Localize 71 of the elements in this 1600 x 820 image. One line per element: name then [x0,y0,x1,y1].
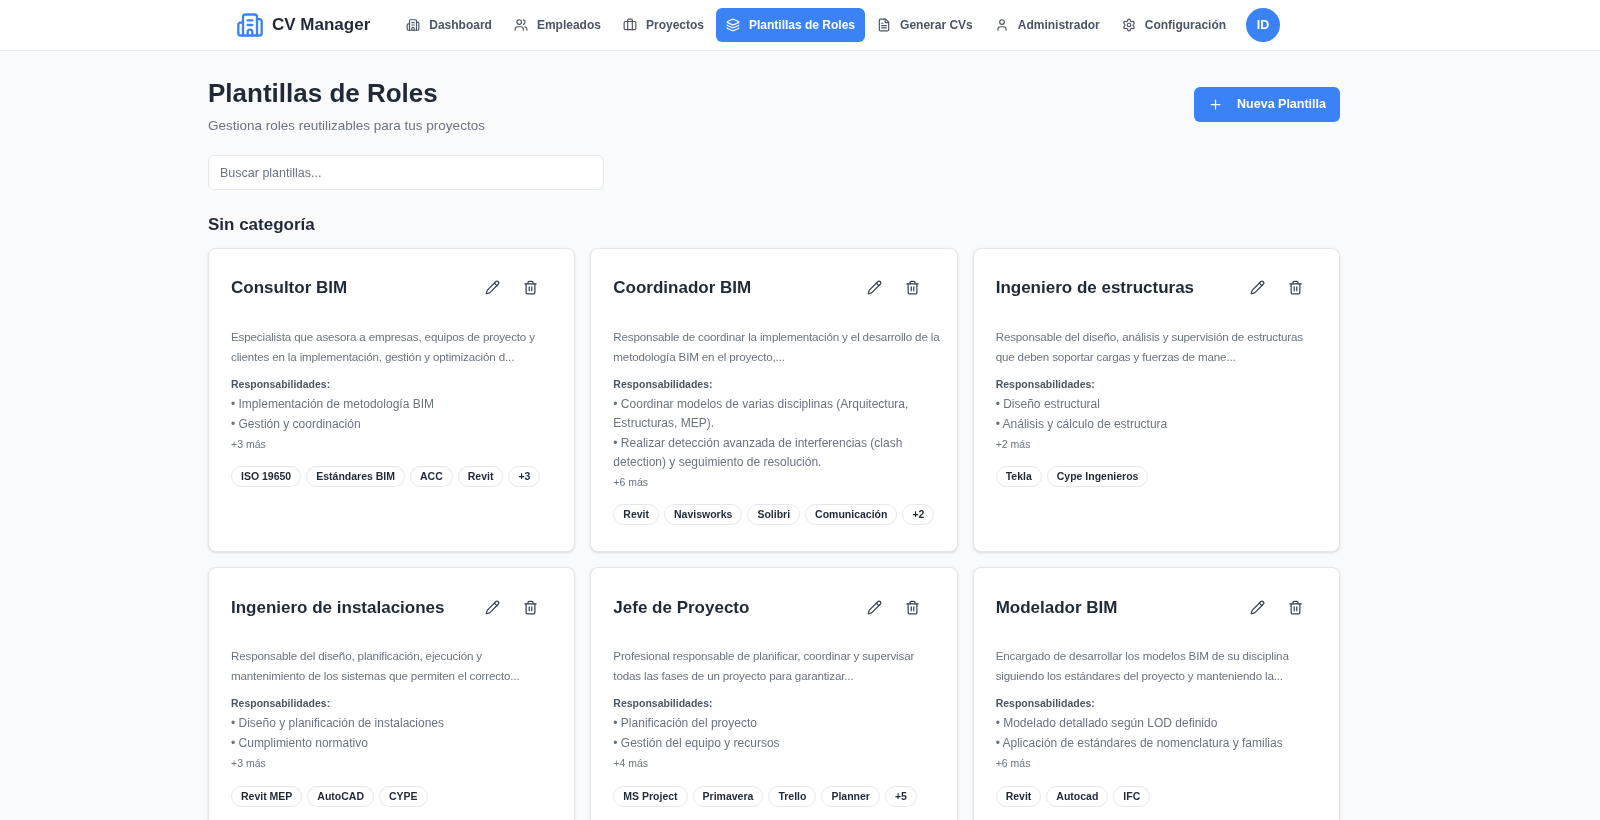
responsibility-item: • Planificación del proyecto [613,715,758,732]
pencil-icon [867,599,883,615]
responsibility-item: • Implementación de metodología BIM [231,395,435,413]
responsibility-item: • Análisis y cálculo de estructura [995,415,1169,433]
responsibilities-label: Responsabilidades: [613,376,714,392]
responsibilities-label: Responsabilidades: [995,376,1096,392]
trash-icon [522,599,538,615]
responsibility-item: • Diseño y planificación de instalaciones [231,715,445,732]
more-count: +3 más [231,436,267,452]
responsibility-item: • Gestión y coordinación [231,415,362,433]
template-description: Encargado de desarrollar los modelos BIM de su disciplina siguiendo los estándares del proyecto y manteniendo la... [995,648,1290,685]
layers-icon [726,18,740,32]
building-icon [406,18,421,32]
nav-tab[interactable]: Configuración [1111,8,1237,42]
document-icon [877,18,892,32]
responsibility-item: • Realizar detección avanzada de interferencias (clash detection) y seguimiento de resolución. [613,434,904,471]
template-title: Modelador BIM [995,596,1118,619]
responsibilities-label: Responsabilidades: [231,696,332,712]
section-title: Sin categoría [208,214,316,237]
trash-icon [1287,599,1303,615]
pencil-icon [1249,599,1265,615]
trash-icon [522,280,538,296]
nav-tab[interactable]: Empleados [503,8,611,42]
responsibility-item: • Cumplimiento normativo [231,735,369,752]
pencil-icon [484,280,500,296]
responsibility-item: • Aplicación de estándares de nomenclatura y familias [995,735,1284,752]
briefcase-icon [622,18,637,32]
responsibility-item: • Modelado detallado según LOD definido [995,715,1219,732]
template-title: Jefe de Proyecto [613,596,750,619]
responsibilities-label: Responsabilidades: [995,696,1096,712]
more-count: +4 más [613,756,650,771]
template-title: Ingeniero de instalaciones [231,596,445,619]
nav-tab[interactable]: Generar CVs [867,8,983,42]
more-count: +6 más [613,474,650,490]
template-description: Responsable de coordinar la implementación y el desarrollo de la metodología BIM en el proyecto,... [613,328,941,365]
search-field[interactable]: Buscar plantillas... [208,155,604,191]
user-icon [994,18,1009,32]
building-logo-icon [236,11,264,39]
settings-icon [1121,18,1136,32]
plus-icon [1208,97,1224,112]
template-title: Coordinador BIM [613,277,752,299]
more-count: +2 más [995,436,1032,452]
template-description: Especialista que asesora a empresas, equipos de proyecto y clientes en la implementación, gestión y optimización d... [231,328,536,365]
pencil-icon [484,599,500,615]
more-count: +3 más [231,756,267,771]
responsibility-item: • Diseño estructural [995,395,1101,413]
nav-tab[interactable]: Administrador [984,8,1110,42]
page-title: Plantillas de Roles [208,77,439,110]
responsibility-item: • Coordinar modelos de varias disciplinas (Arquitectura, Estructuras, MEP). [613,395,910,432]
trash-icon [905,280,921,296]
template-description: Responsable del diseño, análisis y supervisión de estructuras que deben soportar cargas y fuerzas de mane... [995,328,1304,365]
trash-icon [1287,280,1303,296]
users-icon [513,18,528,32]
page-subtitle: Gestiona roles reutilizables para tus proyectos [208,117,485,135]
responsibility-item: • Gestión del equipo y recursos [613,735,781,752]
nav-tab[interactable]: Proyectos [612,8,714,42]
responsibilities-label: Responsabilidades: [613,696,714,712]
pencil-icon [867,280,883,296]
template-title: Ingeniero de estructuras [995,277,1195,299]
template-description: Profesional responsable de planificar, coordinar y supervisar todas las fases de un proyecto para garantizar... [613,648,916,685]
template-title: Consultor BIM [231,277,348,299]
new-template-button[interactable]: Nueva Plantilla [1194,87,1340,122]
trash-icon [905,599,921,615]
nav-tab[interactable]: Plantillas de Roles [716,8,866,42]
user-avatar[interactable]: ID [1246,8,1281,42]
app-title: CV Manager [272,14,371,37]
nav-tab[interactable]: Dashboard [396,8,502,42]
more-count: +6 más [995,756,1032,771]
pencil-icon [1249,280,1265,296]
responsibilities-label: Responsabilidades: [231,376,332,392]
template-description: Responsable del diseño, planificación, ejecución y mantenimiento de los sistemas que permiten el correcto... [231,648,521,685]
